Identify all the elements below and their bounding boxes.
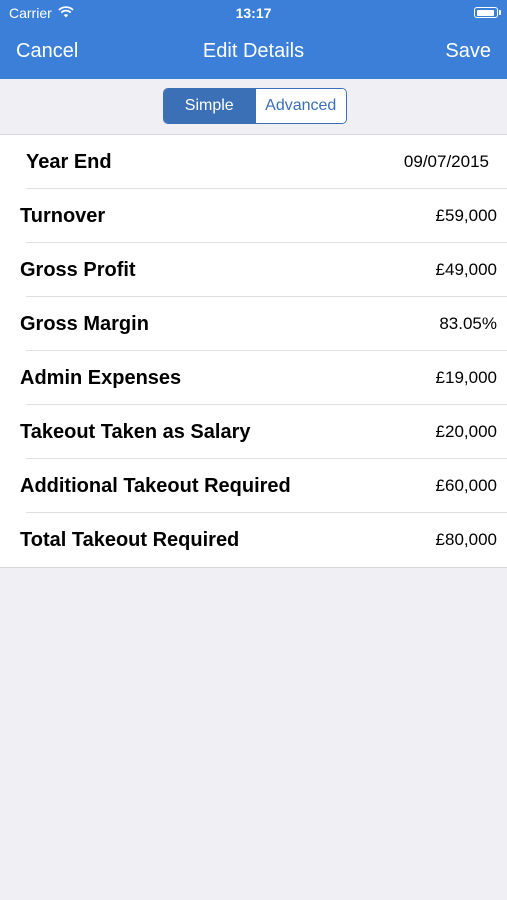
row-value: £49,000 bbox=[435, 260, 497, 279]
status-time: 13:17 bbox=[235, 5, 272, 21]
row-value: £59,000 bbox=[435, 206, 497, 225]
battery-icon bbox=[474, 7, 501, 18]
mode-segmented-control: Simple Advanced bbox=[163, 88, 347, 124]
row-label: Additional Takeout Required bbox=[20, 474, 291, 497]
row-label: Year End bbox=[26, 150, 112, 173]
row-value: £19,000 bbox=[435, 368, 497, 387]
segment-advanced[interactable]: Advanced bbox=[254, 89, 346, 123]
row-label: Turnover bbox=[20, 204, 106, 227]
status-bar: Carrier 13:17 bbox=[0, 0, 507, 26]
row-admin-expenses[interactable]: Admin Expenses £19,000 bbox=[0, 351, 507, 405]
header: Carrier 13:17 Cancel Edit Details Save bbox=[0, 0, 507, 79]
segment-simple[interactable]: Simple bbox=[164, 89, 255, 123]
row-label: Total Takeout Required bbox=[20, 528, 240, 551]
page-title: Edit Details bbox=[202, 40, 305, 62]
row-total-takeout[interactable]: Total Takeout Required £80,000 bbox=[0, 513, 507, 567]
battery-level bbox=[476, 9, 494, 16]
row-label: Gross Margin bbox=[20, 312, 149, 335]
row-label: Takeout Taken as Salary bbox=[20, 420, 251, 443]
row-value: £20,000 bbox=[435, 422, 497, 441]
row-value: 83.05% bbox=[439, 314, 497, 333]
row-takeout-salary[interactable]: Takeout Taken as Salary £20,000 bbox=[0, 405, 507, 459]
row-label: Gross Profit bbox=[20, 258, 136, 281]
save-button[interactable]: Save bbox=[445, 40, 491, 63]
row-gross-margin[interactable]: Gross Margin 83.05% bbox=[0, 297, 507, 351]
details-list: Year End 09/07/2015 Turnover £59,000 Gro… bbox=[0, 134, 507, 568]
row-value: £80,000 bbox=[435, 530, 497, 549]
segment-area: Simple Advanced bbox=[0, 79, 507, 134]
row-additional-takeout[interactable]: Additional Takeout Required £60,000 bbox=[0, 459, 507, 513]
row-value: 09/07/2015 bbox=[403, 152, 489, 171]
row-turnover[interactable]: Turnover £59,000 bbox=[0, 189, 507, 243]
nav-bar: Cancel Edit Details Save bbox=[0, 26, 507, 79]
row-gross-profit[interactable]: Gross Profit £49,000 bbox=[0, 243, 507, 297]
row-value: £60,000 bbox=[435, 476, 497, 495]
row-label: Admin Expenses bbox=[20, 366, 182, 389]
row-year-end[interactable]: Year End 09/07/2015 bbox=[0, 135, 507, 189]
